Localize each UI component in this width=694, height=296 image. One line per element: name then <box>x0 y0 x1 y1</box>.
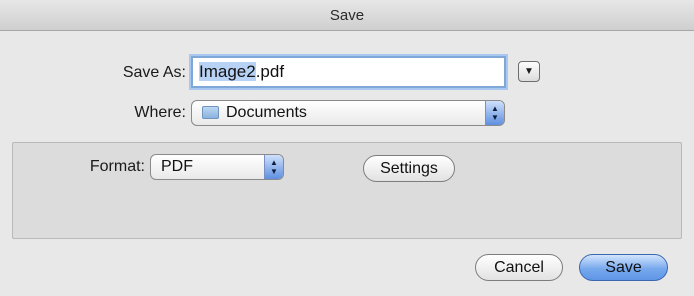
folder-icon <box>202 106 219 119</box>
where-popup[interactable]: Documents ▲ ▼ <box>191 100 505 126</box>
settings-button[interactable]: Settings <box>363 155 455 182</box>
filename-extension-text: .pdf <box>255 62 285 81</box>
cancel-button[interactable]: Cancel <box>475 254 563 281</box>
where-label: Where: <box>134 104 186 121</box>
options-panel <box>12 142 682 239</box>
format-popup-value: PDF <box>161 158 193 175</box>
expand-dialog-button[interactable]: ▼ <box>518 61 540 82</box>
where-popup-value: Documents <box>226 104 307 121</box>
save-button[interactable]: Save <box>579 254 668 281</box>
chevron-down-icon: ▼ <box>524 66 534 77</box>
format-label: Format: <box>89 158 145 175</box>
filename-selected-text: Image2 <box>199 62 256 81</box>
up-down-arrows-icon: ▲ ▼ <box>264 155 283 179</box>
up-down-arrows-icon: ▲ ▼ <box>485 101 504 125</box>
save-as-label: Save As: <box>122 64 186 81</box>
window-title: Save <box>0 0 694 31</box>
filename-input[interactable]: Image2.pdf <box>191 56 506 88</box>
format-popup[interactable]: PDF ▲ ▼ <box>150 154 284 180</box>
